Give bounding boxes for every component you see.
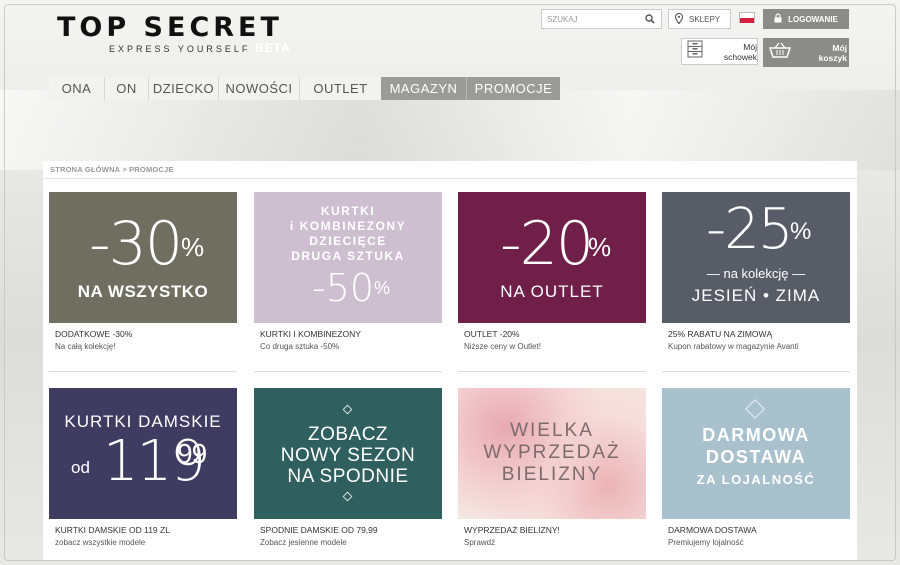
promo-banner-value: -20 (500, 209, 594, 279)
search-input[interactable] (542, 10, 640, 28)
divider (49, 371, 237, 372)
logo-beta: BETA (255, 41, 291, 55)
promo-banner-line: ZOBACZ (307, 424, 389, 445)
main-nav: ONA ON DZIECKO NOWOŚCI OUTLET MAGAZYN PR… (49, 77, 560, 100)
promo-banner-pct: % (181, 232, 205, 262)
basket-icon (768, 42, 792, 63)
promo-banner-line: KURTKI (320, 204, 376, 218)
promo-subtitle: Premiujemy lojalność (668, 538, 744, 547)
promo-banner[interactable]: -25 % — na kolekcję — JESIEŃ • ZIMA (662, 192, 850, 323)
wishlist-label: Mój schowek (723, 41, 757, 62)
promo-banner[interactable]: WIELKA WYPRZEDAŻ BIELIZNY (458, 388, 646, 519)
nav-tab-dziecko[interactable]: DZIECKO (149, 77, 219, 100)
nav-tab-nowosci[interactable]: NOWOŚCI (219, 77, 300, 100)
promo-subtitle: Zobacz jesienne modele (260, 538, 347, 547)
wishlist-button[interactable]: Mój schowek (681, 38, 758, 65)
shops-button[interactable]: SKLEPY (668, 9, 731, 29)
promo-banner-cents: 99 (177, 438, 207, 469)
divider (254, 371, 442, 372)
promo-banner-line: DRUGA SZTUKA (291, 249, 405, 263)
promo-tile[interactable]: ZOBACZ NOWY SEZON NA SPODNIE SPODNIE DAM… (254, 388, 442, 547)
promo-subtitle: zobacz wszystkie modele (55, 538, 146, 547)
promo-banner[interactable]: -30 % NA WSZYSTKO (49, 192, 237, 323)
promo-banner-line: WIELKA (510, 420, 594, 441)
promo-subtitle: Co druga sztuka -50% (260, 342, 340, 351)
promo-banner-pct: % (588, 232, 612, 262)
promo-banner-value: -30 (89, 209, 183, 279)
promo-subtitle: Sprawdź (464, 538, 496, 547)
promo-banner[interactable]: DARMOWA DOSTAWA ZA LOJALNOŚĆ (662, 388, 850, 519)
promo-banner-line: NA SPODNIE (287, 466, 409, 487)
promo-banner-pct: % (790, 218, 812, 245)
promo-tile[interactable]: -20 % NA OUTLET OUTLET -20% Niższe ceny … (458, 192, 646, 351)
promo-banner-text: ZA LOJALNOŚĆ (696, 472, 816, 487)
promo-subtitle: Niższe ceny w Outlet! (464, 342, 541, 351)
nav-tab-magazyn[interactable]: MAGAZYN (381, 77, 467, 100)
lock-icon (774, 13, 782, 25)
promo-banner-value: -25 (706, 197, 793, 262)
promo-banner-text: NA WSZYSTKO (77, 282, 209, 301)
cart-button[interactable]: Mój koszyk (763, 38, 849, 67)
divider (662, 371, 850, 372)
promo-title[interactable]: OUTLET -20% (458, 329, 646, 339)
promotions-panel: STRONA GŁÓWNA > PROMOCJE -30 % NA WSZYST… (43, 161, 857, 561)
diamond-icon (342, 404, 353, 415)
promo-banner[interactable]: -20 % NA OUTLET (458, 192, 646, 323)
promo-banner-line: NOWY SEZON (280, 445, 416, 466)
promo-title[interactable]: 25% RABATU NA ZIMOWĄ (662, 329, 850, 339)
promo-banner-line: DOSTAWA (705, 447, 807, 467)
login-label: LOGOWANIE (788, 14, 838, 24)
promo-tile[interactable]: -30 % NA WSZYSTKO DODATKOWE -30% Na całą… (49, 192, 237, 351)
promo-banner-pct: % (374, 278, 391, 298)
drawer-icon (687, 40, 703, 63)
promo-title[interactable]: KURTKI I KOMBINEZONY (254, 329, 442, 339)
promo-title[interactable]: WYPRZEDAŻ BIELIZNY! (458, 525, 646, 535)
promo-banner[interactable]: ZOBACZ NOWY SEZON NA SPODNIE (254, 388, 442, 519)
promo-banner-line: DARMOWA (702, 425, 810, 445)
search-icon[interactable] (640, 10, 660, 28)
nav-tab-outlet[interactable]: OUTLET (300, 77, 381, 100)
promo-tile[interactable]: -25 % — na kolekcję — JESIEŃ • ZIMA 25% … (662, 192, 850, 351)
nav-tab-on[interactable]: ON (105, 77, 149, 100)
promo-tile[interactable]: KURTKI i KOMBINEZONY DZIECIĘCE DRUGA SZT… (254, 192, 442, 351)
promo-title[interactable]: DARMOWA DOSTAWA (662, 525, 850, 535)
logo-title: TOP SECRET (57, 12, 283, 43)
promo-subtitle: Kupon rabatowy w magazynie Avanti (668, 342, 799, 351)
promo-subtitle: Na całą kolekcję! (55, 342, 116, 351)
promo-banner-line: i KOMBINEZONY (289, 219, 407, 233)
logo-tagline: EXPRESS YOURSELF (109, 44, 251, 54)
cart-label: Mój koszyk (818, 42, 847, 63)
promo-title[interactable]: SPODNIE DAMSKIE OD 79,99 (254, 525, 442, 535)
nav-tab-ona[interactable]: ONA (49, 77, 105, 100)
promo-banner-from: od (71, 458, 90, 477)
map-pin-icon (674, 12, 684, 26)
promo-tile[interactable]: WIELKA WYPRZEDAŻ BIELIZNY WYPRZEDAŻ BIEL… (458, 388, 646, 547)
promo-banner[interactable]: KURTKI i KOMBINEZONY DZIECIĘCE DRUGA SZT… (254, 192, 442, 323)
shops-label: SKLEPY (689, 14, 721, 24)
promo-title[interactable]: KURTKI DAMSKIE OD 119 ZL (49, 525, 237, 535)
promo-banner-line: WYPRZEDAŻ (483, 442, 621, 463)
promo-banner-text: JESIEŃ • ZIMA (691, 286, 821, 305)
search-box (541, 9, 662, 29)
promo-banner-line: DZIECIĘCE (309, 234, 387, 248)
diamond-icon (745, 399, 765, 419)
diamond-icon (342, 491, 353, 502)
logo[interactable]: TOP SECRET EXPRESS YOURSELF BETA (57, 12, 297, 56)
promo-tile[interactable]: DARMOWA DOSTAWA ZA LOJALNOŚĆ DARMOWA DOS… (662, 388, 850, 547)
promo-banner-text: NA OUTLET (500, 282, 604, 301)
login-button[interactable]: LOGOWANIE (763, 9, 849, 29)
language-flag-icon[interactable] (739, 12, 755, 23)
divider (458, 371, 646, 372)
breadcrumb[interactable]: STRONA GŁÓWNA > PROMOCJE (50, 165, 174, 174)
promo-banner-line: BIELIZNY (501, 464, 603, 485)
promo-title[interactable]: DODATKOWE -30% (49, 329, 237, 339)
nav-tab-promocje[interactable]: PROMOCJE (467, 77, 560, 100)
promo-banner-text: — na kolekcję — (706, 266, 806, 281)
divider (43, 178, 857, 179)
promo-tile[interactable]: KURTKI DAMSKIE od 119 99 KURTKI DAMSKIE … (49, 388, 237, 547)
promo-banner-value: -50 (312, 266, 375, 310)
promo-banner[interactable]: KURTKI DAMSKIE od 119 99 (49, 388, 237, 519)
